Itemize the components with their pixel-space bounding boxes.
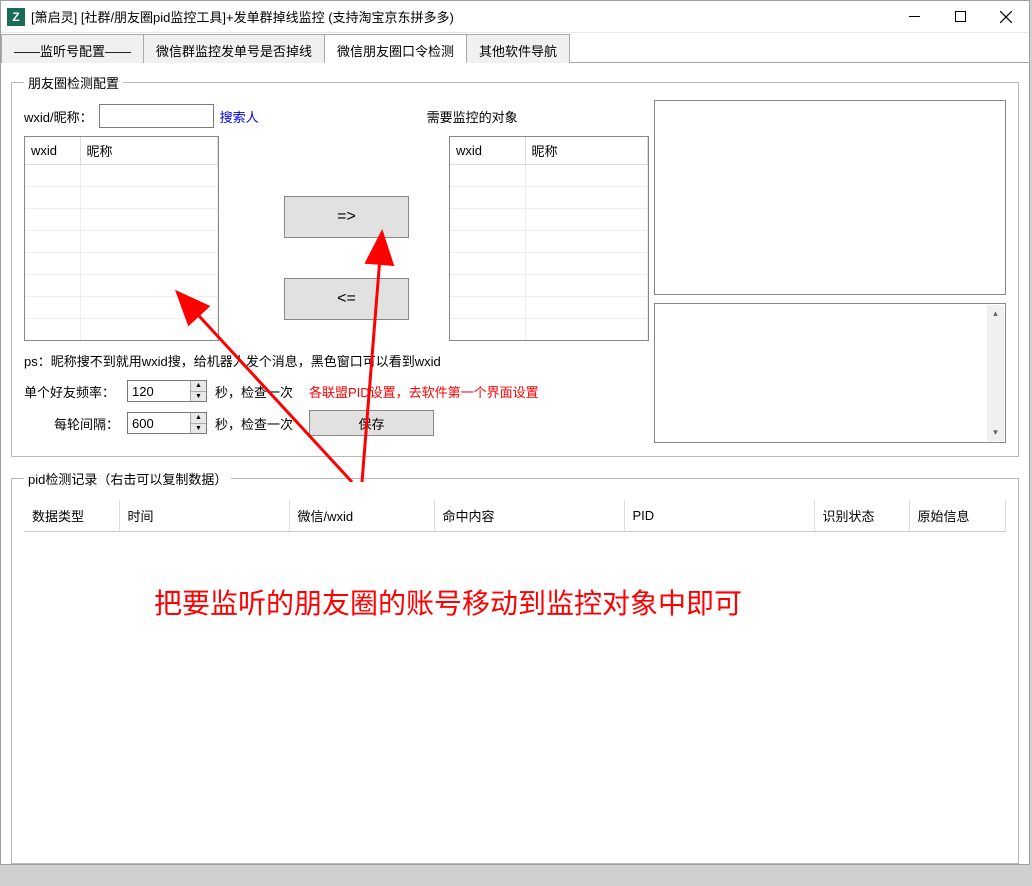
move-left-button[interactable]: <= [284,278,409,320]
table-row[interactable] [25,319,218,341]
config-legend: 朋友圈检测配置 [24,73,123,92]
col-raw: 原始信息 [909,500,1006,531]
content-area: 朋友圈检测配置 ▴ ▾ wxid/昵称： 搜索人 需要监控的对象 [1,63,1029,886]
col-time: 时间 [119,500,289,531]
table-row[interactable] [450,209,648,231]
source-col-wxid: wxid [25,137,80,165]
col-data-type: 数据类型 [24,500,119,531]
table-row[interactable] [25,187,218,209]
tab-listener-config[interactable]: ——监听号配置—— [1,34,144,63]
maximize-button[interactable] [937,1,983,32]
wxid-input[interactable] [99,104,214,128]
annotation-instruction: 把要监听的朋友圈的账号移动到监控对象中即可 [154,582,742,622]
close-button[interactable] [983,1,1029,32]
tab-bar: ——监听号配置—— 微信群监控发单号是否掉线 微信朋友圈口令检测 其他软件导航 [1,33,1029,63]
target-col-nick: 昵称 [525,137,648,165]
table-row[interactable] [450,275,648,297]
table-row[interactable] [450,319,648,341]
source-col-nick: 昵称 [80,137,218,165]
save-button[interactable]: 保存 [309,410,434,436]
table-row[interactable] [450,187,648,209]
interval-spin-down[interactable]: ▼ [190,424,206,434]
col-status: 识别状态 [814,500,909,531]
freq-spin-up[interactable]: ▲ [190,381,206,392]
close-icon [1000,11,1012,23]
interval-unit: 秒，检查一次 [215,414,293,433]
freq-unit: 秒，检查一次 [215,382,293,401]
app-icon: Z [7,8,25,26]
table-row[interactable] [25,297,218,319]
target-col-wxid: wxid [450,137,525,165]
tab-other-software[interactable]: 其他软件导航 [466,34,570,63]
table-row[interactable] [450,165,648,187]
window-title: [箫启灵] [社群/朋友圈pid监控工具]+发单群掉线监控 (支持淘宝京东拼多多… [31,7,454,26]
table-row[interactable] [25,275,218,297]
col-hit: 命中内容 [434,500,624,531]
interval-label: 每轮间隔： [24,414,119,433]
table-row[interactable] [450,297,648,319]
scroll-down-icon[interactable]: ▾ [987,424,1004,441]
interval-spin-up[interactable]: ▲ [190,413,206,424]
pid-note: 各联盟PID设置，去软件第一个界面设置 [309,382,539,401]
col-wechat: 微信/wxid [289,500,434,531]
tab-moments-detect[interactable]: 微信朋友圈口令检测 [324,34,467,63]
table-row[interactable] [450,231,648,253]
minimize-button[interactable] [891,1,937,32]
config-fieldset: 朋友圈检测配置 ▴ ▾ wxid/昵称： 搜索人 需要监控的对象 [11,73,1019,457]
records-body[interactable]: 把要监听的朋友圈的账号移动到监控对象中即可 [24,531,1006,851]
target-label: 需要监控的对象 [427,107,518,126]
table-row[interactable] [25,231,218,253]
freq-spin-down[interactable]: ▼ [190,392,206,402]
table-row[interactable] [25,165,218,187]
source-list-table[interactable]: wxid 昵称 [24,136,219,341]
col-pid: PID [624,500,814,531]
tab-group-monitor[interactable]: 微信群监控发单号是否掉线 [143,34,325,63]
minimize-icon [909,16,920,17]
table-row[interactable] [450,253,648,275]
maximize-icon [955,11,966,22]
target-list-table[interactable]: wxid 昵称 [449,136,649,341]
table-row[interactable] [25,253,218,275]
records-fieldset: pid检测记录（右击可以复制数据） 数据类型 时间 微信/wxid 命中内容 P… [11,469,1019,864]
titlebar: Z [箫启灵] [社群/朋友圈pid监控工具]+发单群掉线监控 (支持淘宝京东拼… [1,1,1029,33]
wxid-label: wxid/昵称： [24,107,93,126]
search-link[interactable]: 搜索人 [220,107,259,126]
table-row[interactable] [25,209,218,231]
records-legend: pid检测记录（右击可以复制数据） [24,469,231,488]
main-window: Z [箫启灵] [社群/朋友圈pid监控工具]+发单群掉线监控 (支持淘宝京东拼… [0,0,1030,865]
records-table[interactable]: 数据类型 时间 微信/wxid 命中内容 PID 识别状态 原始信息 [24,500,1006,531]
freq-label: 单个好友频率： [24,382,119,401]
move-right-button[interactable]: => [284,196,409,238]
